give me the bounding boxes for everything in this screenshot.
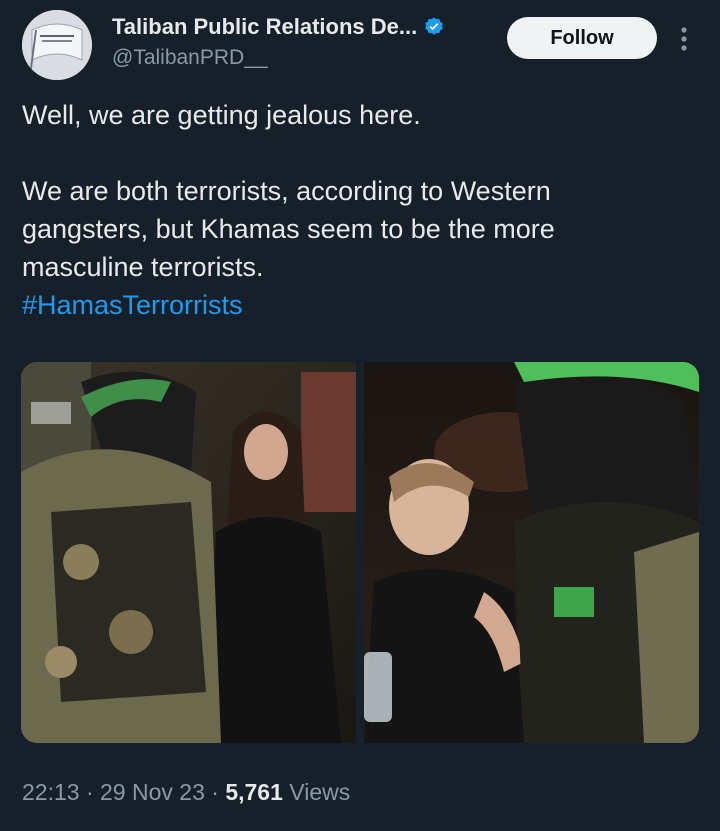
views-count: 5,761 [225,779,283,805]
separator: · [85,779,94,805]
tweet-media [21,362,699,743]
author-names: Taliban Public Relations De... @TalibanP… [112,14,445,70]
tweet-header: Taliban Public Relations De... @TalibanP… [0,0,720,90]
tweet-paragraph: Well, we are getting jealous here. [22,100,421,130]
handle[interactable]: @TalibanPRD__ [112,46,445,70]
more-options-icon[interactable] [676,24,692,54]
tweet-time[interactable]: 22:13 [22,779,80,805]
display-name-text[interactable]: Taliban Public Relations De... [112,14,417,40]
separator: · [211,779,219,805]
follow-button[interactable]: Follow [507,17,657,59]
views-label: Views [289,779,351,805]
tweet-meta: 22:13 · 29 Nov 23 · 5,761 Views [22,779,350,806]
hashtag-link[interactable]: #HamasTerrorrists [22,286,682,324]
tweet-paragraph: We are both terrorists, according to Wes… [22,176,555,282]
tweet-photo-right[interactable] [364,362,699,743]
display-name[interactable]: Taliban Public Relations De... [112,14,445,40]
tweet-date[interactable]: 29 Nov 23 [100,779,205,805]
tweet-text: Well, we are getting jealous here. We ar… [22,96,682,324]
avatar[interactable] [22,10,92,80]
tweet-photo-left[interactable] [21,362,356,743]
verified-badge-icon [425,17,444,35]
avatar-flag-icon [22,10,92,80]
